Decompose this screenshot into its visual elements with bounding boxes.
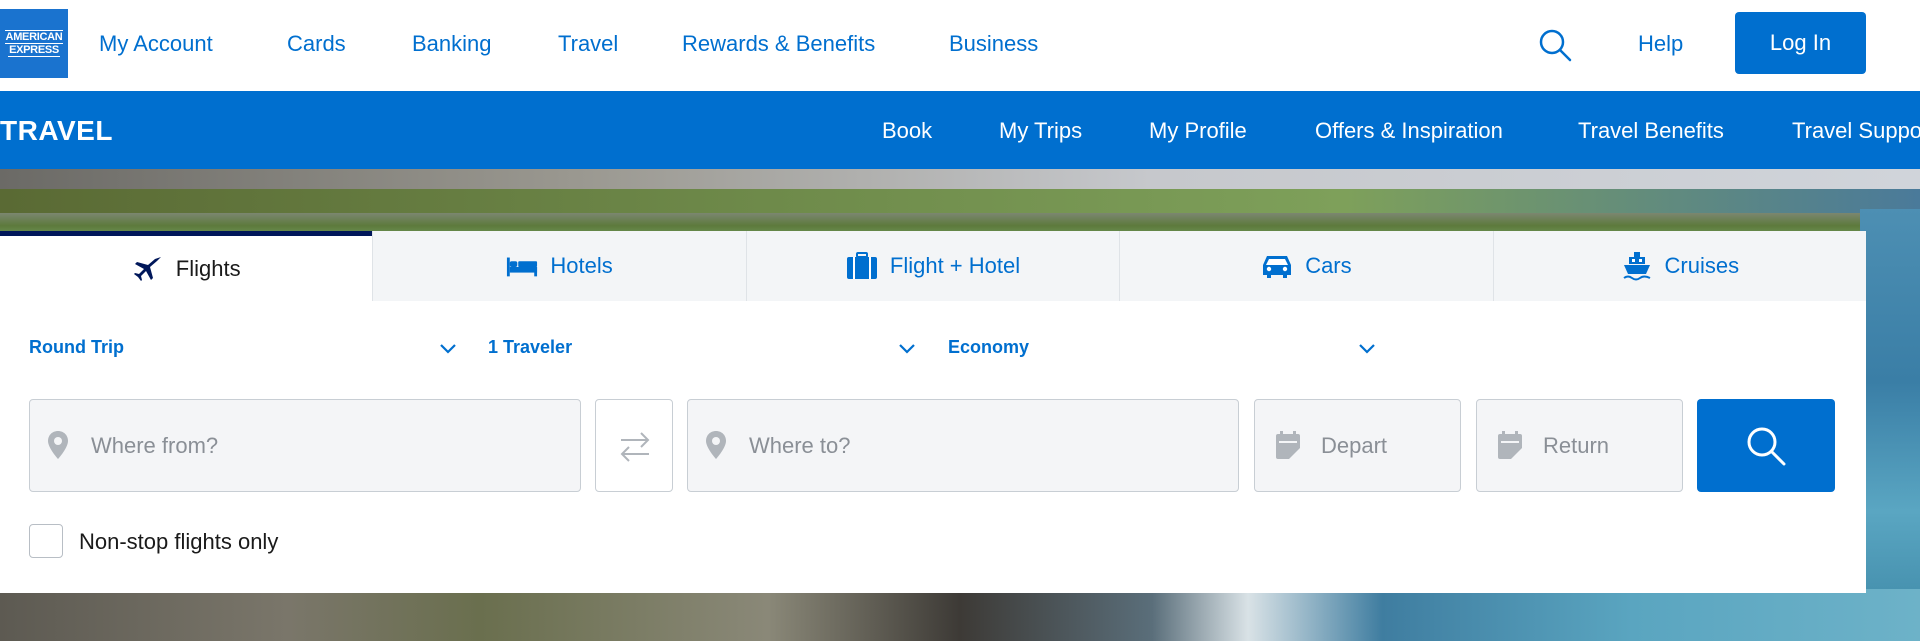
calendar-icon [1276,431,1300,459]
return-date-input[interactable]: Return [1476,399,1683,492]
airplane-icon [132,255,164,283]
car-icon [1261,252,1293,280]
trip-type-select[interactable]: Round Trip [29,337,459,367]
chevron-down-icon [1359,344,1375,354]
nav-link-business[interactable]: Business [949,31,1038,57]
hero-rocks [0,589,1920,641]
tab-flight-hotel[interactable]: Flight + Hotel [745,231,1120,301]
from-placeholder: Where from? [91,433,219,458]
location-pin-icon [48,431,68,459]
travel-link-my-trips[interactable]: My Trips [999,118,1082,144]
travel-brand: TRAVEL [0,115,113,146]
location-pin-icon [706,431,726,459]
hero-landscape [0,189,1920,213]
tab-cars[interactable]: Cars [1119,231,1493,301]
nav-link-banking[interactable]: Banking [412,31,492,57]
nav-link-rewards-benefits[interactable]: Rewards & Benefits [682,31,875,57]
trip-type-value: Round Trip [29,337,124,357]
tab-label: Hotels [550,253,613,278]
luggage-icon [846,252,878,280]
bed-icon [506,252,538,280]
booking-widget: Flights Hotels Flight + Hotel Cars Cruis… [0,231,1867,593]
nav-link-my-account[interactable]: My Account [99,31,213,57]
travelers-value: 1 Traveler [488,337,573,357]
nav-link-travel[interactable]: Travel [558,31,618,57]
search-icon[interactable] [1538,28,1572,62]
tab-flights[interactable]: Flights [0,231,373,301]
travel-link-benefits[interactable]: Travel Benefits [1578,118,1724,144]
travel-link-my-profile[interactable]: My Profile [1149,118,1247,144]
travelers-select[interactable]: 1 Traveler [488,337,918,367]
hero-sea [1860,209,1920,641]
chevron-down-icon [440,344,456,354]
search-flights-button[interactable] [1697,399,1835,492]
tab-hotels[interactable]: Hotels [372,231,746,301]
booking-tabs: Flights Hotels Flight + Hotel Cars Cruis… [0,231,1867,301]
login-button[interactable]: Log In [1735,12,1866,74]
chevron-down-icon [899,344,915,354]
depart-date-input[interactable]: Depart [1254,399,1461,492]
tab-label: Cruises [1664,253,1740,278]
tab-label: Flight + Hotel [889,253,1021,278]
cabin-class-select[interactable]: Economy [948,337,1378,367]
cabin-class-value: Economy [948,337,1030,357]
from-input[interactable]: Where from? [29,399,581,492]
travel-subnav: TRAVEL Book My Trips My Profile Offers &… [0,91,1920,169]
top-navigation: AMERICAN EXPRESS My Account Cards Bankin… [0,0,1920,91]
travel-link-book[interactable]: Book [882,118,932,144]
amex-logo[interactable]: AMERICAN EXPRESS [0,9,68,78]
return-placeholder: Return [1543,433,1610,458]
travel-link-offers[interactable]: Offers & Inspiration [1315,118,1503,144]
nav-link-cards[interactable]: Cards [287,31,346,57]
logo-text-line1: AMERICAN [4,30,64,44]
swap-arrows-icon [620,432,650,462]
depart-placeholder: Depart [1321,433,1388,458]
swap-locations-button[interactable] [595,399,673,492]
tab-cruises[interactable]: Cruises [1492,231,1867,301]
calendar-icon [1498,431,1522,459]
tab-label: Cars [1305,253,1352,278]
help-link[interactable]: Help [1638,31,1683,57]
nonstop-label[interactable]: Non-stop flights only [79,529,278,555]
search-icon [1747,427,1786,465]
to-placeholder: Where to? [749,433,851,458]
ship-icon [1621,252,1653,281]
logo-text-line2: EXPRESS [8,44,60,57]
nonstop-checkbox[interactable] [29,524,63,558]
travel-link-support[interactable]: Travel Suppo [1792,118,1920,144]
tab-label: Flights [175,255,241,281]
to-input[interactable]: Where to? [687,399,1239,492]
